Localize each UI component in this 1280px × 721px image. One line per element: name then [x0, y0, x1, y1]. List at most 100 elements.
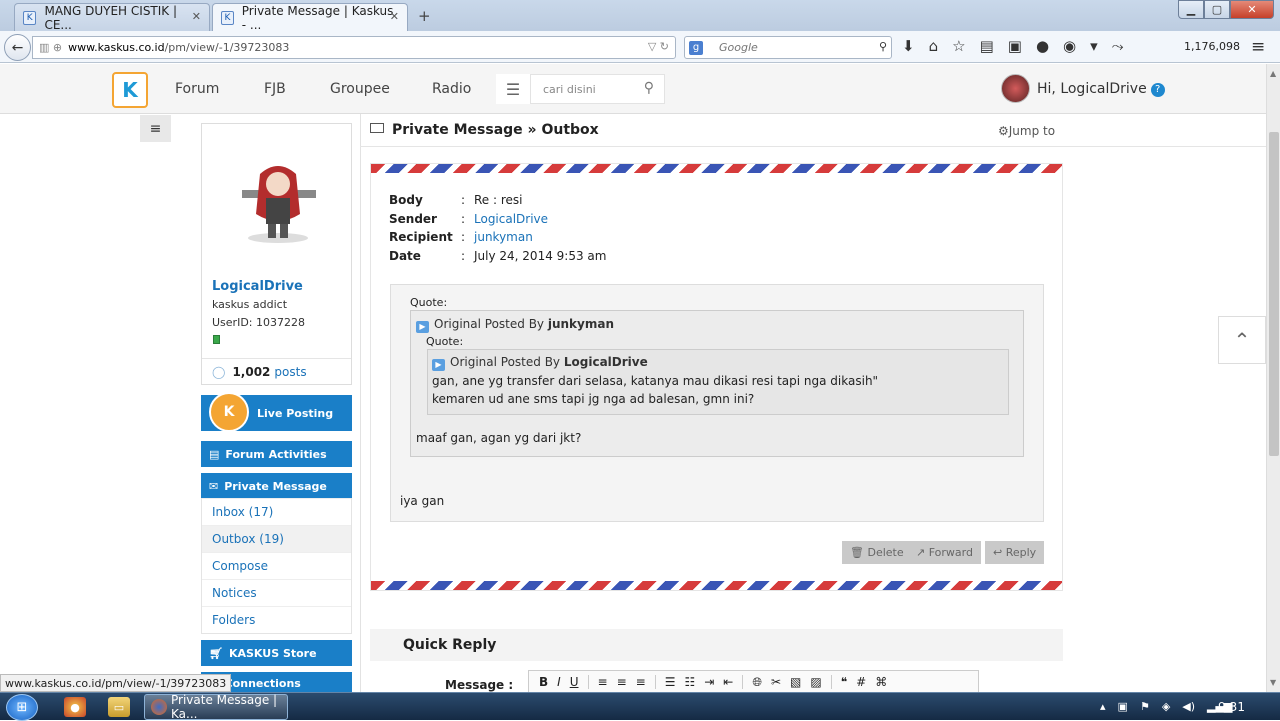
- delete-button[interactable]: 🗑︎ Delete: [842, 541, 912, 564]
- maximize-button[interactable]: ▢: [1204, 0, 1230, 19]
- folder-icon[interactable]: ▭: [108, 697, 130, 717]
- link-icon[interactable]: 🌐︎: [752, 675, 762, 690]
- stats-icon[interactable]: ⤳: [1112, 37, 1124, 55]
- pm-item-inbox[interactable]: Inbox (17): [202, 498, 351, 525]
- scroll-down-icon[interactable]: ▼: [1270, 678, 1276, 687]
- nav-forum[interactable]: Forum: [175, 81, 219, 97]
- sidebar-toggle-icon[interactable]: ≡: [140, 115, 171, 142]
- forward-button[interactable]: ↗ Forward: [908, 541, 981, 564]
- close-window-button[interactable]: ✕: [1230, 0, 1274, 19]
- greeting-text: Hi, LogicalDrive: [1037, 81, 1147, 97]
- quick-reply-header: Quick Reply: [370, 629, 1063, 661]
- reply-icon: ↩: [993, 546, 1003, 559]
- reply-button[interactable]: ↩ Reply: [985, 541, 1045, 564]
- tray-flag-icon[interactable]: ⚑: [1140, 700, 1150, 713]
- url-bar[interactable]: ▥ ⊕ www.kaskus.co.id/pm/view/-1/39723083…: [32, 36, 676, 59]
- bold-icon[interactable]: B: [539, 675, 548, 689]
- addon-globe-icon[interactable]: ◉: [1063, 37, 1076, 55]
- italic-icon[interactable]: I: [557, 675, 561, 689]
- kaskus-store-button[interactable]: 🛒︎ KASKUS Store: [201, 640, 352, 666]
- url-path: /pm/view/-1/39723083: [164, 41, 290, 54]
- extension-icon[interactable]: ●: [1036, 37, 1049, 55]
- start-button[interactable]: ⊞: [6, 694, 38, 721]
- align-left-icon[interactable]: ≡: [598, 675, 608, 689]
- scroll-thumb[interactable]: [1269, 132, 1279, 456]
- user-avatar[interactable]: [1001, 74, 1030, 103]
- bookmark-star-icon[interactable]: ☆: [952, 37, 965, 55]
- forum-activities-button[interactable]: ▤ Forum Activities: [201, 441, 352, 467]
- quote-outer-attribution: ▶ Original Posted By junkyman: [416, 317, 614, 333]
- nav-groupee[interactable]: Groupee: [330, 81, 390, 97]
- tray-expand-icon[interactable]: ▴: [1100, 700, 1106, 713]
- save-icon[interactable]: ▣: [1008, 37, 1022, 55]
- tray-notifications-icon[interactable]: ◈: [1162, 700, 1170, 713]
- outdent-icon[interactable]: ⇤: [723, 675, 733, 689]
- taskbar-firefox-task[interactable]: Private Message | Ka...: [144, 693, 288, 721]
- new-tab-button[interactable]: +: [418, 7, 431, 25]
- search-icon[interactable]: ⚲: [879, 40, 887, 53]
- align-right-icon[interactable]: ≡: [636, 675, 646, 689]
- indent-icon[interactable]: ⇥: [704, 675, 714, 689]
- close-tab-icon[interactable]: ✕: [390, 10, 399, 23]
- bookmarks-list-icon[interactable]: ▤: [980, 37, 994, 55]
- page-title: Private Message » Outbox: [370, 122, 599, 138]
- reload-icon[interactable]: ▽ ↻: [648, 40, 669, 53]
- browser-menu-icon[interactable]: ≡: [1251, 37, 1265, 57]
- dropdown-icon[interactable]: ▾: [1090, 37, 1098, 55]
- meta-row-body: Body: Re : resi: [389, 193, 606, 212]
- chrome-icon[interactable]: ●: [64, 697, 86, 717]
- speech-bubble-icon: ◯: [212, 365, 226, 379]
- nav-fjb[interactable]: FJB: [264, 81, 286, 97]
- browser-tab-1[interactable]: K MANG DUYEH CISTIK | CE... ✕: [14, 3, 210, 32]
- user-greeting[interactable]: Hi, LogicalDrive?: [1037, 81, 1165, 97]
- live-posting-button[interactable]: K Live Posting: [201, 392, 352, 432]
- profile-avatar[interactable]: [232, 154, 324, 246]
- site-menu-icon[interactable]: ☰: [496, 74, 530, 104]
- home-icon[interactable]: ⌂: [929, 37, 939, 55]
- profile-posts[interactable]: ◯ 1,002 posts: [202, 358, 351, 385]
- pm-item-notices[interactable]: Notices: [202, 579, 351, 606]
- back-button[interactable]: ←: [4, 34, 31, 61]
- nav-radio[interactable]: Radio: [432, 81, 471, 97]
- jump-to-button[interactable]: ⚙Jump to: [998, 124, 1055, 138]
- view-post-icon[interactable]: ▶: [432, 359, 445, 371]
- forward-label: Forward: [928, 546, 973, 559]
- tray-network-device-icon[interactable]: ▣: [1118, 700, 1128, 713]
- kaskus-logo[interactable]: K: [112, 72, 148, 108]
- download-icon[interactable]: ⬇: [902, 37, 915, 55]
- number-list-icon[interactable]: ☷: [684, 675, 695, 689]
- browser-tab-2[interactable]: K Private Message | Kaskus - ... ✕: [212, 3, 408, 32]
- browser-search-field[interactable]: g Google ⚲: [684, 36, 892, 59]
- taskbar-clock[interactable]: 9:31: [1218, 700, 1245, 714]
- align-center-icon[interactable]: ≡: [617, 675, 627, 689]
- close-tab-icon[interactable]: ✕: [192, 10, 201, 23]
- underline-icon[interactable]: U: [570, 675, 579, 689]
- private-message-button[interactable]: ✉ Private Message: [201, 473, 352, 499]
- code-icon[interactable]: ⌘: [875, 675, 887, 689]
- back-to-top-button[interactable]: ⌃: [1218, 316, 1266, 364]
- meta-value-recipient[interactable]: junkyman: [474, 230, 533, 249]
- help-icon[interactable]: ?: [1150, 83, 1165, 97]
- tray-volume-icon[interactable]: ◀︎): [1182, 700, 1195, 713]
- unlink-icon[interactable]: ✂: [771, 675, 781, 689]
- meta-value-sender[interactable]: LogicalDrive: [474, 212, 548, 231]
- quote-icon[interactable]: ❝: [841, 675, 847, 689]
- view-post-icon[interactable]: ▶: [416, 321, 429, 333]
- pm-item-compose[interactable]: Compose: [202, 552, 351, 579]
- site-search-input[interactable]: cari disini ⚲: [530, 74, 665, 104]
- scroll-up-icon[interactable]: ▲: [1270, 69, 1276, 78]
- live-posting-label: Live Posting: [257, 406, 334, 420]
- page-scrollbar[interactable]: ▲ ▼: [1266, 64, 1280, 692]
- firefox-icon: [151, 699, 167, 715]
- quote-prefix: Original Posted By: [450, 355, 561, 369]
- bullet-list-icon[interactable]: ☰: [665, 675, 676, 689]
- hash-icon[interactable]: #: [856, 675, 866, 689]
- site-search-placeholder: cari disini: [543, 82, 596, 96]
- picture-icon[interactable]: ▨: [810, 675, 821, 689]
- pm-item-folders[interactable]: Folders: [202, 606, 351, 633]
- search-icon[interactable]: ⚲: [644, 80, 654, 96]
- pm-item-outbox[interactable]: Outbox (19): [202, 525, 351, 552]
- minimize-button[interactable]: ▁: [1178, 0, 1204, 19]
- image-icon[interactable]: ▧: [790, 675, 801, 689]
- profile-username[interactable]: LogicalDrive: [212, 279, 303, 294]
